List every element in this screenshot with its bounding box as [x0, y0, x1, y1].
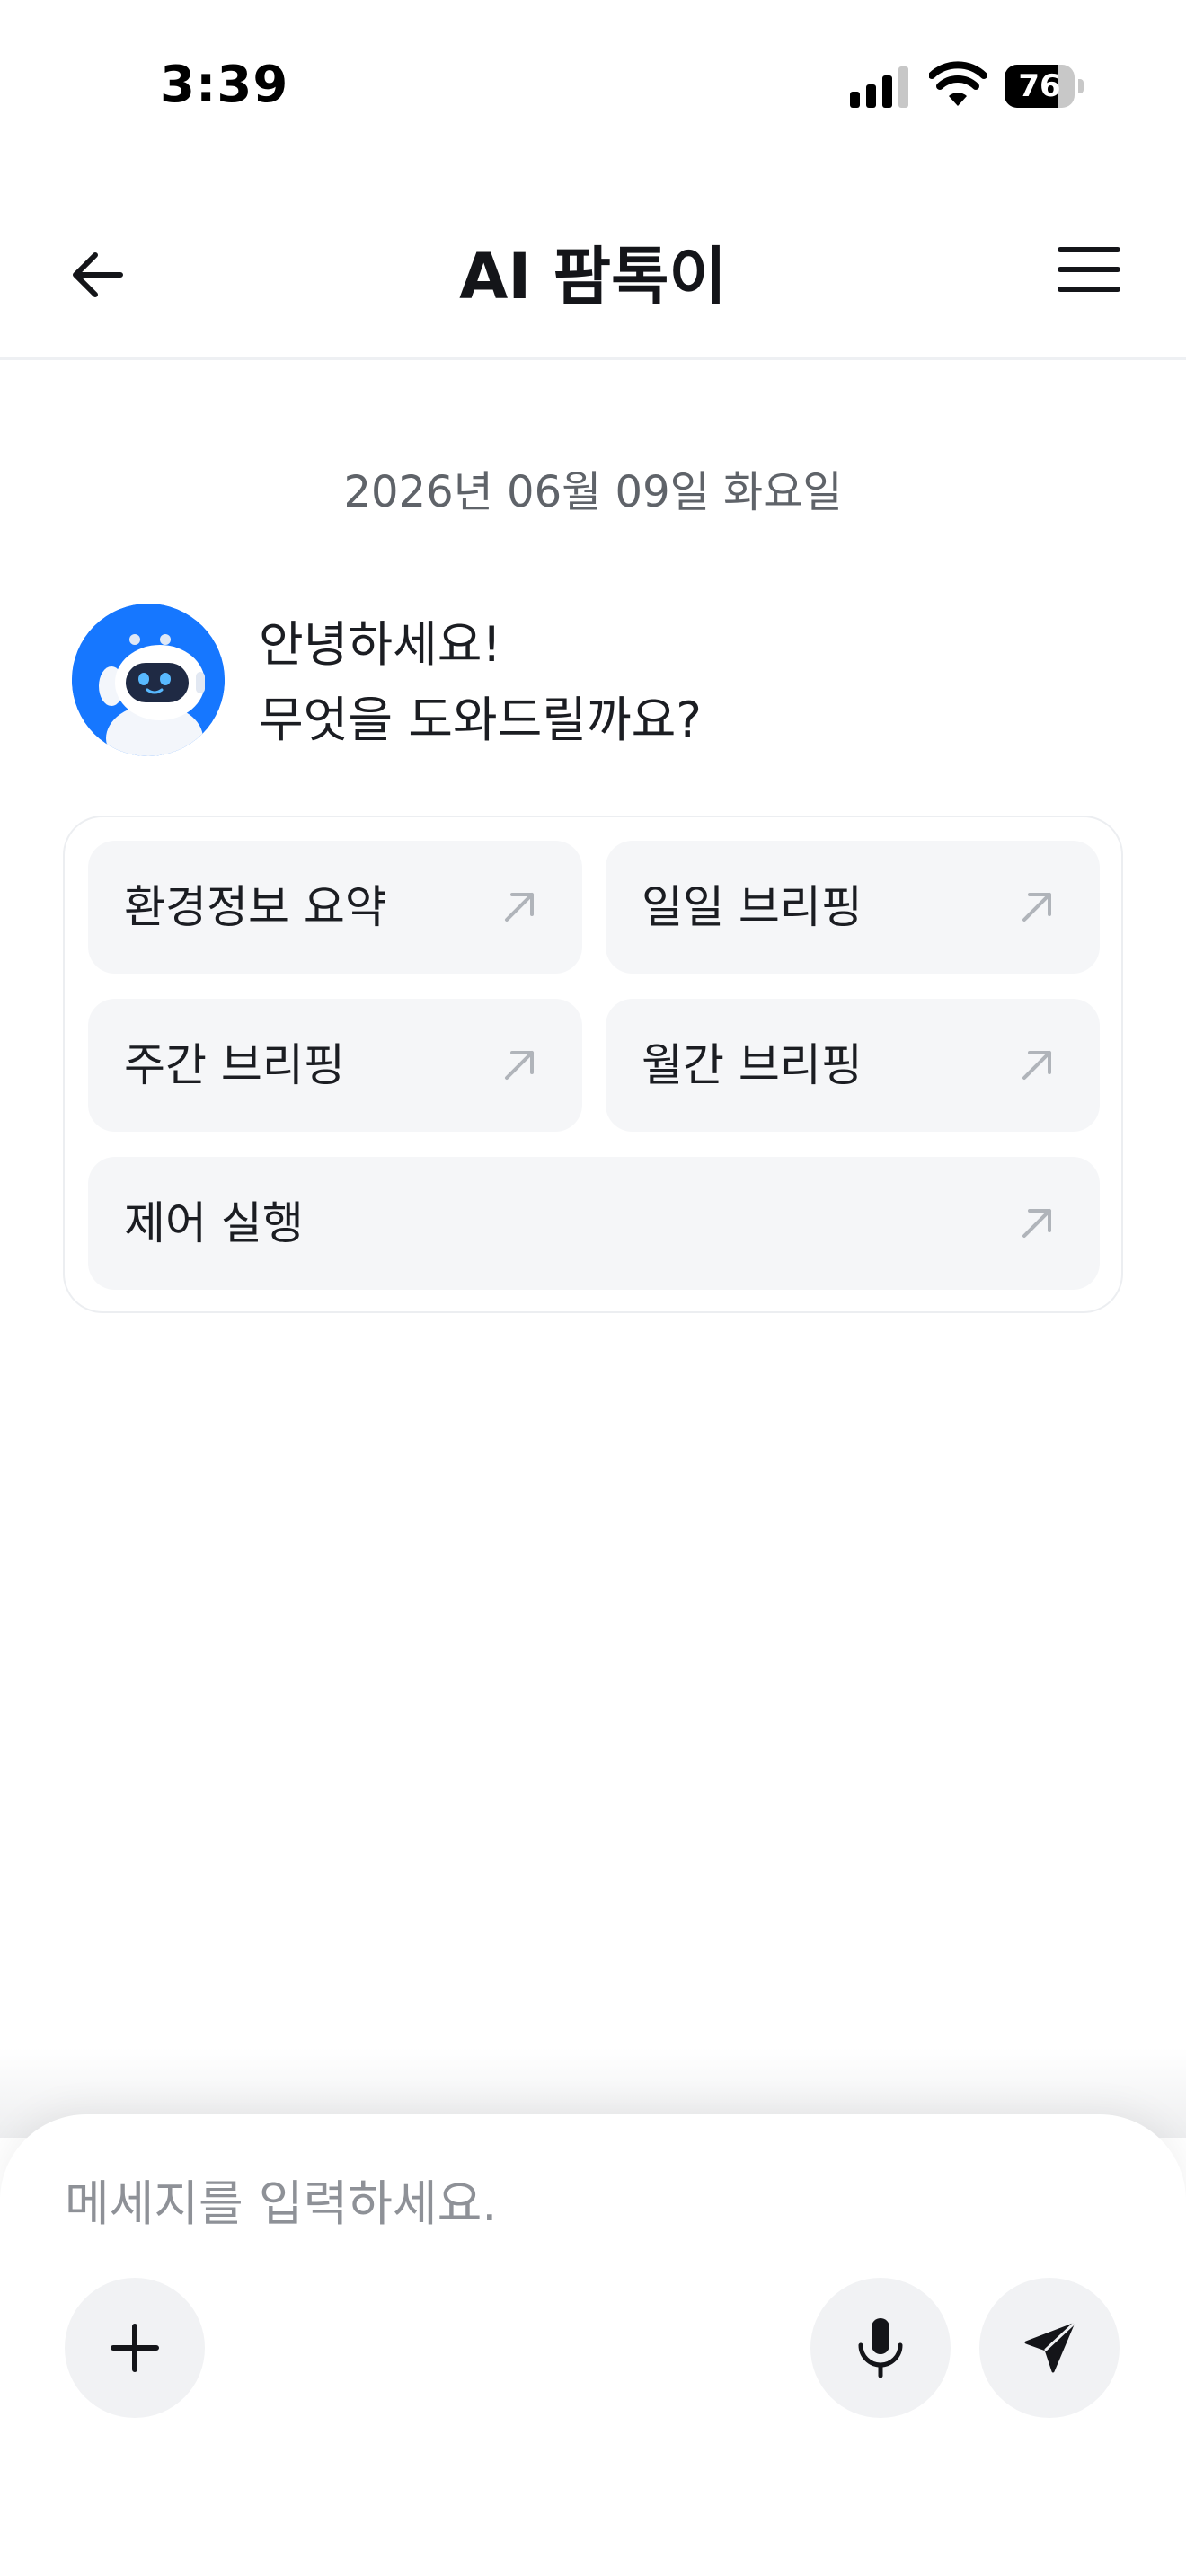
send-icon: [1024, 2323, 1075, 2373]
robot-avatar-icon: [72, 604, 225, 756]
arrow-up-right-icon: [1022, 1051, 1051, 1080]
battery-icon: 76: [1005, 65, 1085, 108]
voice-input-button[interactable]: [810, 2278, 951, 2418]
arrow-up-right-icon: [505, 893, 534, 922]
add-attachment-button[interactable]: [65, 2278, 205, 2418]
wifi-icon: [929, 61, 987, 106]
quick-action-monthly-briefing[interactable]: 월간 브리핑: [606, 999, 1100, 1132]
battery-level: 76: [1018, 68, 1061, 104]
message-input[interactable]: [65, 2163, 1121, 2244]
quick-action-label: 환경정보 요약: [124, 881, 386, 933]
quick-action-label: 제어 실행: [124, 1197, 304, 1249]
arrow-up-right-icon: [1022, 893, 1051, 922]
quick-action-control-execute[interactable]: 제어 실행: [88, 1157, 1100, 1290]
status-time: 3:39: [160, 56, 289, 114]
greeting-message: 안녕하세요! 무엇을 도와드릴까요?: [259, 607, 702, 758]
date-label: 2026년 06월 09일 화요일: [343, 467, 843, 517]
quick-action-label: 월간 브리핑: [642, 1039, 863, 1091]
microphone-icon: [858, 2318, 903, 2378]
quick-action-label: 주간 브리핑: [124, 1039, 345, 1091]
greeting-line-2: 무엇을 도와드릴까요?: [259, 692, 702, 748]
quick-action-label: 일일 브리핑: [642, 881, 863, 933]
cellular-signal-icon: [850, 66, 908, 108]
arrow-up-right-icon: [1022, 1209, 1051, 1238]
quick-actions-card: 환경정보 요약 일일 브리핑 주간 브리핑 월간 브리핑 제어 실행: [63, 816, 1123, 1313]
quick-action-environment-summary[interactable]: 환경정보 요약: [88, 841, 582, 974]
header-divider: [0, 357, 1186, 360]
page-title: AI 팜톡이: [459, 240, 727, 313]
quick-action-weekly-briefing[interactable]: 주간 브리핑: [88, 999, 582, 1132]
plus-icon: [111, 2324, 159, 2372]
hamburger-menu-icon: [1058, 247, 1120, 292]
menu-button[interactable]: [1044, 235, 1134, 304]
arrow-up-right-icon: [505, 1051, 534, 1080]
send-button[interactable]: [979, 2278, 1120, 2418]
quick-action-daily-briefing[interactable]: 일일 브리핑: [606, 841, 1100, 974]
greeting-line-1: 안녕하세요!: [259, 616, 502, 673]
